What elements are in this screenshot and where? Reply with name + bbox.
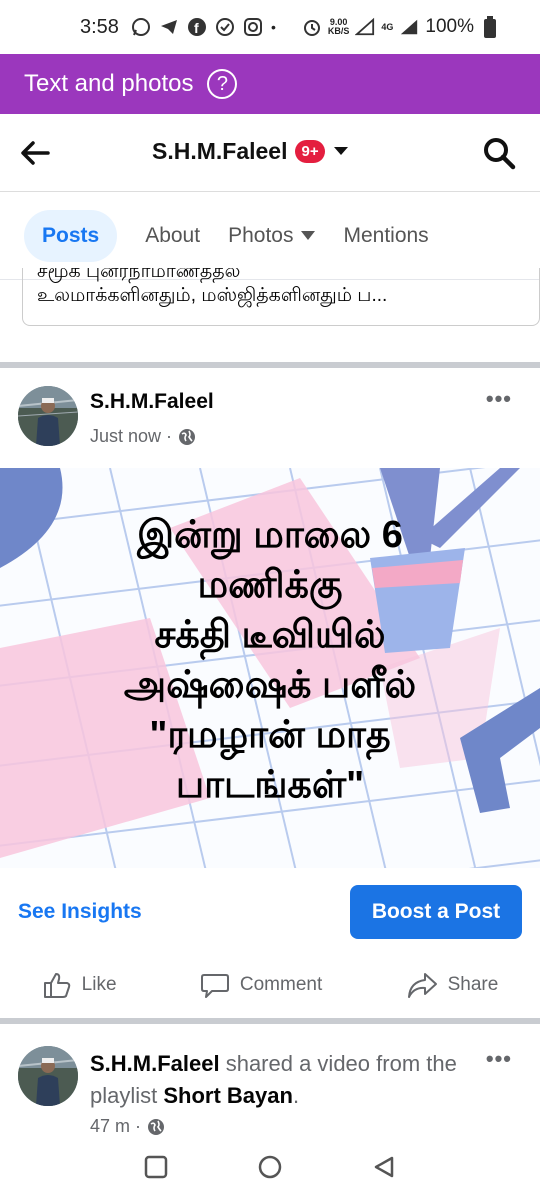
post-time: Just now · xyxy=(90,426,173,446)
recents-icon[interactable] xyxy=(144,1155,168,1184)
post-promotions: See Insights Boost a Post xyxy=(0,884,540,944)
profile-switcher[interactable]: S.H.M.Faleel 9+ xyxy=(152,138,349,165)
post2-time: 47 m · xyxy=(90,1116,142,1136)
tab-photos-label: Photos xyxy=(228,223,294,247)
share-label: Share xyxy=(447,974,499,995)
telegram-icon xyxy=(159,17,179,37)
share-icon xyxy=(407,973,437,998)
battery-icon xyxy=(480,16,500,38)
see-insights-link[interactable]: See Insights xyxy=(18,900,142,924)
network-speed: 9.00 KB/S xyxy=(328,18,350,36)
boost-post-button[interactable]: Boost a Post xyxy=(350,885,522,939)
comment-button[interactable]: Comment xyxy=(200,970,322,1000)
reaction-bar: Like Comment Share xyxy=(0,960,540,1010)
post2-meta: 47 m · xyxy=(90,1116,165,1137)
signal-icon xyxy=(355,17,375,37)
facebook-icon: f xyxy=(187,17,207,37)
share-button[interactable]: Share xyxy=(406,970,499,1000)
back-nav-icon[interactable] xyxy=(372,1155,396,1184)
page-header: S.H.M.Faleel 9+ xyxy=(0,114,540,192)
tab-about[interactable]: About xyxy=(145,224,200,248)
home-icon[interactable] xyxy=(257,1154,283,1185)
tab-posts[interactable]: Posts xyxy=(24,209,118,262)
comment-label: Comment xyxy=(239,974,323,995)
dot-separator: • xyxy=(270,19,276,35)
post-header: S.H.M.Faleel Just now · ••• xyxy=(0,372,540,462)
speed-unit: KB/S xyxy=(327,26,350,36)
tab-photos[interactable]: Photos xyxy=(228,223,316,248)
post2-author[interactable]: S.H.M.Faleel xyxy=(90,1051,220,1076)
back-arrow-icon[interactable] xyxy=(18,136,52,175)
help-icon[interactable]: ? xyxy=(207,69,238,99)
post-image[interactable]: இன்று மாலை 6 மணிக்கு சக்தி டீவியில் அஷ்ஷ… xyxy=(0,468,540,868)
preview-line-2: உலமாக்களினதும், மஸ்ஜித்களினதும் ப... xyxy=(37,285,388,306)
profile-tabs: Posts About Photos Mentions xyxy=(0,192,540,280)
alarm-icon xyxy=(302,17,322,37)
network-type: 4G xyxy=(381,22,394,32)
notification-badge: 9+ xyxy=(295,140,325,163)
like-label: Like xyxy=(81,974,117,995)
banner-label: Text and photos xyxy=(24,70,194,97)
shared-video-post: S.H.M.Faleel shared a video from the pla… xyxy=(0,1032,540,1142)
post2-playlist-link[interactable]: Short Bayan xyxy=(163,1083,293,1108)
post2-period: . xyxy=(292,1083,300,1108)
preview-line-1: சமூக புனரநாமாணததல xyxy=(37,268,241,282)
avatar[interactable] xyxy=(18,1046,78,1106)
comment-icon xyxy=(200,974,229,998)
like-icon xyxy=(43,973,70,998)
notification-icons: f • xyxy=(131,17,276,37)
post-author[interactable]: S.H.M.Faleel xyxy=(90,390,214,414)
system-navigation-bar xyxy=(0,1138,540,1200)
post-meta: Just now · xyxy=(90,426,196,447)
post2-headline: S.H.M.Faleel shared a video from the pla… xyxy=(90,1048,480,1112)
globe-icon xyxy=(148,1118,165,1135)
battery-level: 100% xyxy=(425,16,474,37)
status-right: 9.00 KB/S 4G 100% xyxy=(302,16,500,38)
previous-post-preview[interactable]: சமூக புனரநாமாணததல உலமாக்களினதும், மஸ்ஜித… xyxy=(22,268,540,326)
whatsapp-icon xyxy=(131,17,151,37)
avatar[interactable] xyxy=(18,386,78,446)
globe-icon xyxy=(179,428,196,445)
search-icon[interactable] xyxy=(482,136,516,175)
svg-text:f: f xyxy=(194,20,199,36)
status-time: 3:58 xyxy=(80,15,119,38)
check-icon xyxy=(215,17,235,37)
post-caption: இன்று மாலை 6 மணிக்கு சக்தி டீவியில் அஷ்ஷ… xyxy=(123,514,417,806)
more-options-button[interactable]: ••• xyxy=(486,386,512,412)
tab-mentions[interactable]: Mentions xyxy=(343,224,428,248)
composer-banner[interactable]: Text and photos ? xyxy=(0,54,540,114)
instagram-icon xyxy=(243,17,263,37)
status-bar: 3:58 f • 9.00 KB/S 4G 100% xyxy=(0,0,540,54)
page-title: S.H.M.Faleel xyxy=(152,138,288,164)
chevron-down-icon xyxy=(333,143,349,161)
signal-2-icon xyxy=(399,17,419,37)
chevron-down-icon xyxy=(301,231,316,240)
feed-divider-2 xyxy=(0,1018,540,1024)
post2-more-options[interactable]: ••• xyxy=(486,1046,512,1072)
feed-divider xyxy=(0,362,540,368)
like-button[interactable]: Like xyxy=(42,970,117,1000)
